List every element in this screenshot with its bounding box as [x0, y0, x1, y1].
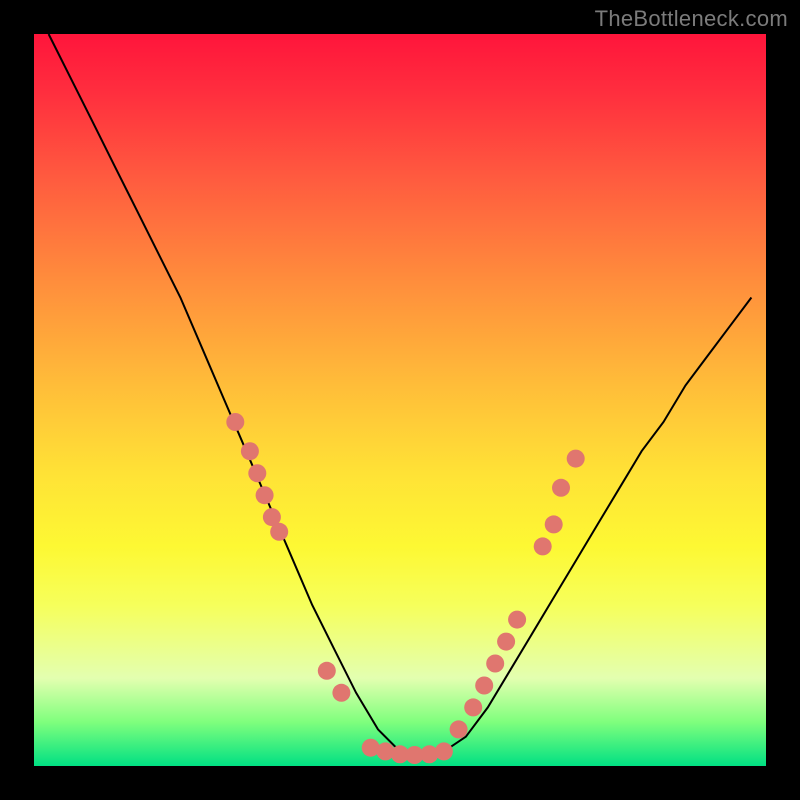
- chart-frame: [34, 34, 766, 766]
- data-marker: [270, 523, 288, 541]
- data-marker: [435, 742, 453, 760]
- data-marker: [464, 698, 482, 716]
- data-marker: [241, 442, 259, 460]
- data-marker: [248, 464, 266, 482]
- data-marker: [475, 677, 493, 695]
- data-markers: [226, 413, 584, 764]
- data-marker: [567, 450, 585, 468]
- data-marker: [256, 486, 274, 504]
- data-marker: [545, 515, 563, 533]
- data-marker: [486, 655, 504, 673]
- data-marker: [534, 537, 552, 555]
- watermark-text: TheBottleneck.com: [595, 6, 788, 32]
- bottleneck-curve: [49, 34, 752, 755]
- data-marker: [450, 720, 468, 738]
- data-marker: [497, 633, 515, 651]
- data-marker: [226, 413, 244, 431]
- data-marker: [332, 684, 350, 702]
- chart-svg: [34, 34, 766, 766]
- data-marker: [318, 662, 336, 680]
- data-marker: [508, 611, 526, 629]
- data-marker: [552, 479, 570, 497]
